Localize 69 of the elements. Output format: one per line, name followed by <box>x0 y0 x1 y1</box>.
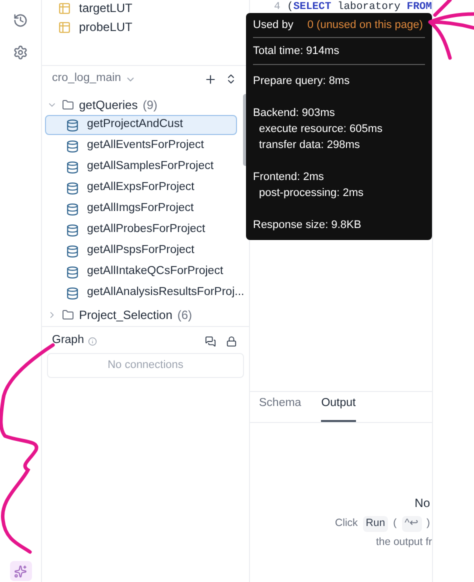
tooltip-line: Total time: 914ms <box>253 44 340 59</box>
lock-icon[interactable] <box>226 336 237 346</box>
info-icon[interactable] <box>88 336 97 346</box>
query-item[interactable]: getAllImgsForProject <box>45 199 237 219</box>
database-icon <box>66 140 79 152</box>
shortcut-key: ^↩ <box>402 516 422 532</box>
table-icon <box>58 20 71 34</box>
query-name: getProjectAndCust <box>87 117 183 132</box>
table-icon <box>58 2 71 14</box>
hint-text: the output fr <box>376 534 432 550</box>
tooltip-line: Prepare query: 8ms <box>253 74 351 89</box>
code-line: (SELECT laboratory FROM <box>287 0 432 16</box>
query-item[interactable]: getAllPspsForProject <box>45 241 237 261</box>
table-name[interactable]: targetLUT <box>79 0 132 17</box>
folder-name[interactable]: getQueries <box>79 96 138 114</box>
settings-icon[interactable] <box>13 45 28 60</box>
paren: ) <box>426 516 430 531</box>
query-item[interactable]: getAllIntakeQCsForProject <box>45 262 237 282</box>
folder-icon <box>62 308 74 320</box>
sparkle-icon <box>14 564 27 578</box>
history-icon[interactable] <box>13 13 28 28</box>
query-item[interactable]: getAllEventsForProject <box>45 136 237 156</box>
run-key: Run <box>362 516 388 532</box>
query-name: getAllProbesForProject <box>87 222 206 238</box>
hint-text: Click <box>335 516 358 531</box>
query-name: getAllIntakeQCsForProject <box>87 264 224 280</box>
query-name: getAllPspsForProject <box>87 243 194 258</box>
tooltip-line: Backend: 903ms <box>253 106 336 121</box>
query-item[interactable]: getAllExpsForProject <box>45 178 237 198</box>
database-icon <box>66 160 79 174</box>
item-count: (6) <box>177 306 192 324</box>
tooltip-label: Used by <box>253 18 294 33</box>
query-name: getAllAnalysisResultsForProj... <box>87 285 244 300</box>
tooltip-line: transfer data: 298ms <box>258 138 361 153</box>
query-item[interactable]: getProjectAndCust <box>45 115 237 135</box>
database-icon <box>66 224 79 236</box>
query-name: getAllSamplesForProject <box>87 159 214 174</box>
panel-tab[interactable]: Output <box>321 394 356 422</box>
tooltip-line: execute resource: 605ms <box>258 122 384 137</box>
database-icon <box>66 182 79 194</box>
tooltip-line: Frontend: 2ms <box>253 170 325 185</box>
line-number: 4 <box>274 0 282 16</box>
query-item[interactable]: getAllProbesForProject <box>45 220 237 240</box>
empty-title: No <box>414 495 430 512</box>
database-icon <box>66 266 79 278</box>
tooltip-line: post-processing: 2ms <box>258 186 365 201</box>
folder-icon <box>62 98 74 110</box>
tooltip-line: Response size: 9.8KB <box>253 218 362 233</box>
section-title: Graph <box>52 333 84 348</box>
item-count: (9) <box>142 96 158 114</box>
query-name: getAllImgsForProject <box>87 201 194 216</box>
paren: ( <box>393 516 397 531</box>
folder-name[interactable]: Project_Selection <box>79 306 172 324</box>
comments-icon[interactable] <box>205 336 216 346</box>
table-name[interactable]: probeLUT <box>79 18 132 36</box>
empty-state-box: No connections <box>47 353 244 378</box>
database-icon <box>66 286 79 300</box>
database-icon <box>66 244 79 258</box>
expand-collapse-icon[interactable] <box>225 73 237 85</box>
add-icon[interactable] <box>204 72 217 86</box>
database-icon <box>66 118 79 132</box>
workspace-name[interactable]: cro_log_main <box>52 70 122 88</box>
query-item[interactable]: getAllSamplesForProject <box>45 157 237 177</box>
tooltip-value: 0 (unused on this page) <box>307 18 423 33</box>
query-name: getAllExpsForProject <box>87 180 194 196</box>
panel-tab[interactable]: Schema <box>259 394 302 422</box>
ai-button[interactable] <box>10 561 32 581</box>
database-icon <box>66 202 79 216</box>
query-name: getAllEventsForProject <box>87 138 204 154</box>
